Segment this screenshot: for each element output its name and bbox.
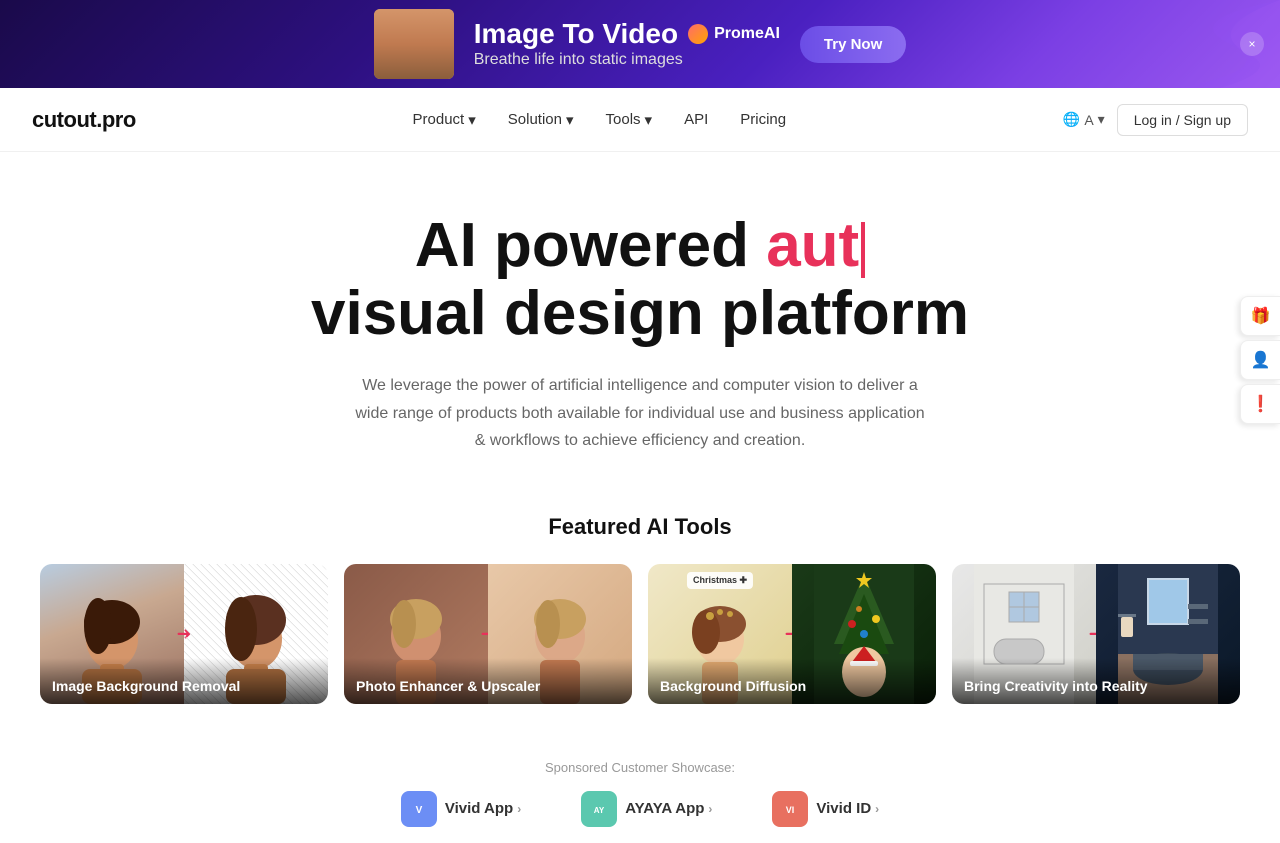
hero-title: AI powered aut visual design platform xyxy=(20,212,1260,348)
translate-icon: 🌐 xyxy=(1063,111,1080,128)
typing-cursor xyxy=(861,222,865,278)
nav-right: 🌐 A ▾ Log in / Sign up xyxy=(1063,104,1248,136)
sponsor-vivid-app[interactable]: V Vivid App › xyxy=(401,791,521,827)
ad-banner: Image To Video PromeAI Breathe life into… xyxy=(0,0,1280,88)
ad-title-text: Image To Video xyxy=(474,19,678,50)
hero-section: AI powered aut visual design platform We… xyxy=(0,152,1280,494)
sponsor-name-vivid: Vivid App › xyxy=(445,800,521,817)
sponsor-icon-vivid: V xyxy=(401,791,437,827)
nav-solution[interactable]: Solution ▾ xyxy=(508,111,574,129)
tools-grid: ➜ Image Background Removal xyxy=(40,564,1240,704)
chevron-down-icon: ▾ xyxy=(566,111,574,129)
sponsor-name-vivid-id: Vivid ID › xyxy=(816,800,879,817)
sponsors-row: V Vivid App › AY AYAYA App › VI Vivid ID… xyxy=(40,791,1240,827)
sponsored-section: Sponsored Customer Showcase: V Vivid App… xyxy=(0,744,1280,843)
sponsored-label: Sponsored Customer Showcase: xyxy=(40,760,1240,775)
nav-links: Product ▾ Solution ▾ Tools ▾ API Pricing xyxy=(413,111,787,129)
side-buttons: 🎁 👤 ❗ xyxy=(1240,296,1280,424)
svg-text:AY: AY xyxy=(594,806,605,815)
gift-button[interactable]: 🎁 xyxy=(1240,296,1280,336)
hero-description: We leverage the power of artificial inte… xyxy=(350,372,930,454)
ad-subtitle: Breathe life into static images xyxy=(474,51,780,69)
chevron-right-icon: › xyxy=(708,802,712,816)
chevron-right-icon: › xyxy=(517,802,521,816)
featured-section: Featured AI Tools ➜ xyxy=(0,494,1280,744)
nav-product[interactable]: Product ▾ xyxy=(413,111,476,129)
ad-text-block: Image To Video PromeAI Breathe life into… xyxy=(474,19,780,70)
nav-pricing[interactable]: Pricing xyxy=(740,111,786,128)
sponsor-vivid-id[interactable]: VI Vivid ID › xyxy=(772,791,879,827)
tool-card-enhancer[interactable]: ➜ Photo Enhancer & Upscaler xyxy=(344,564,632,704)
xmas-badge: Christmas ✚ xyxy=(687,572,753,589)
chevron-right-icon: › xyxy=(875,802,879,816)
tool-label-creativity: Bring Creativity into Reality xyxy=(952,658,1240,704)
chevron-down-icon: ▾ xyxy=(1098,111,1105,128)
nav-tools[interactable]: Tools ▾ xyxy=(606,111,653,129)
ad-close-button[interactable]: × xyxy=(1240,32,1264,56)
user-button[interactable]: 👤 xyxy=(1240,340,1280,380)
tool-card-creativity[interactable]: ➜ xyxy=(952,564,1240,704)
sponsor-ayaya[interactable]: AY AYAYA App › xyxy=(581,791,712,827)
alert-button[interactable]: ❗ xyxy=(1240,384,1280,424)
ad-thumbnail xyxy=(374,9,454,79)
tool-label-diffusion: Background Diffusion xyxy=(648,658,936,704)
language-button[interactable]: 🌐 A ▾ xyxy=(1063,111,1105,128)
featured-title: Featured AI Tools xyxy=(40,514,1240,540)
sponsor-name-ayaya: AYAYA App › xyxy=(625,800,712,817)
promeai-icon xyxy=(688,24,708,44)
navbar: cutout.pro Product ▾ Solution ▾ Tools ▾ … xyxy=(0,88,1280,152)
login-button[interactable]: Log in / Sign up xyxy=(1117,104,1248,136)
svg-text:VI: VI xyxy=(786,805,795,815)
sponsor-icon-ayaya: AY xyxy=(581,791,617,827)
ad-brand: PromeAI xyxy=(688,24,780,44)
svg-text:V: V xyxy=(416,805,423,816)
nav-api[interactable]: API xyxy=(684,111,708,128)
tool-label-enhancer: Photo Enhancer & Upscaler xyxy=(344,658,632,704)
logo[interactable]: cutout.pro xyxy=(32,107,136,133)
chevron-down-icon: ▾ xyxy=(468,111,476,129)
tool-card-bg-removal[interactable]: ➜ Image Background Removal xyxy=(40,564,328,704)
sponsor-icon-vivid-id: VI xyxy=(772,791,808,827)
tool-card-diffusion[interactable]: Christmas ✚ ➜ xyxy=(648,564,936,704)
tool-label-bg-removal: Image Background Removal xyxy=(40,658,328,704)
chevron-down-icon: ▾ xyxy=(645,111,653,129)
ad-cta-button[interactable]: Try Now xyxy=(800,26,906,63)
